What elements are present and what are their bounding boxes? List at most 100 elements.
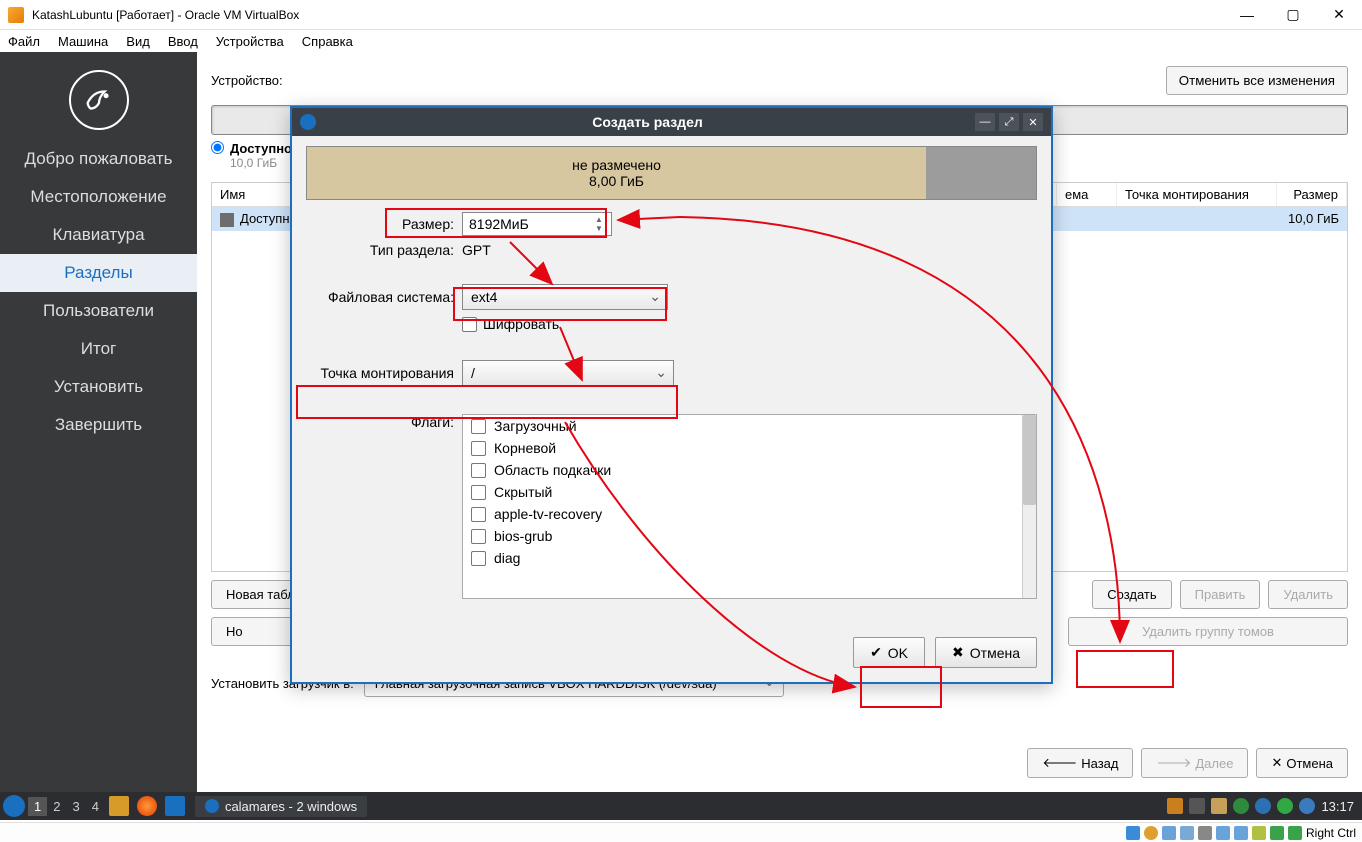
vb-keyboard-icon[interactable] xyxy=(1288,826,1302,840)
menu-machine[interactable]: Машина xyxy=(58,34,108,49)
step-install[interactable]: Установить xyxy=(0,368,197,406)
vb-mouse-icon[interactable] xyxy=(1270,826,1284,840)
workspace-1[interactable]: 1 xyxy=(28,797,47,816)
workspace-3[interactable]: 3 xyxy=(66,797,85,816)
delete-partition-button[interactable]: Удалить xyxy=(1268,580,1348,609)
vb-cd-icon[interactable] xyxy=(1144,826,1158,840)
workspace-4[interactable]: 4 xyxy=(86,797,105,816)
removable-icon[interactable] xyxy=(1277,798,1293,814)
maximize-button[interactable]: ▢ xyxy=(1270,0,1316,30)
filesystem-select[interactable]: ext4 xyxy=(462,284,668,310)
step-users[interactable]: Пользователи xyxy=(0,292,197,330)
dialog-titlebar: Создать раздел — ⤢ ✕ xyxy=(292,108,1051,136)
step-location[interactable]: Местоположение xyxy=(0,178,197,216)
vb-audio-icon[interactable] xyxy=(1162,826,1176,840)
step-finish[interactable]: Завершить xyxy=(0,406,197,444)
flags-label: Флаги: xyxy=(306,414,462,430)
vb-usb-icon[interactable] xyxy=(1198,826,1212,840)
minimize-button[interactable]: — xyxy=(1224,0,1270,30)
flag-item: bios-grub xyxy=(463,525,1036,547)
info-icon[interactable] xyxy=(1299,798,1315,814)
row-size: 10,0 ГиБ xyxy=(1277,207,1347,231)
show-desktop-icon[interactable] xyxy=(165,796,185,816)
flag-item: Область подкачки xyxy=(463,459,1036,481)
checkbox-icon[interactable] xyxy=(471,485,486,500)
taskbar-task[interactable]: calamares - 2 windows xyxy=(195,796,367,817)
col-size: Размер xyxy=(1277,183,1347,206)
file-manager-icon[interactable] xyxy=(109,796,129,816)
encrypt-checkbox[interactable]: Шифровать xyxy=(462,316,559,332)
size-spinner[interactable]: 8192МиБ ▲▼ xyxy=(462,212,612,236)
installer-sidebar: Добро пожаловать Местоположение Клавиату… xyxy=(0,52,197,792)
firefox-icon[interactable] xyxy=(137,796,157,816)
back-button[interactable]: 🡐 Назад xyxy=(1027,748,1133,778)
lubuntu-logo xyxy=(69,70,129,130)
menu-input[interactable]: Ввод xyxy=(168,34,198,49)
menu-help[interactable]: Справка xyxy=(302,34,353,49)
dialog-ok-button[interactable]: ✔ OK xyxy=(853,637,925,668)
partition-preview: не размечено 8,00 ГиБ xyxy=(306,146,1037,200)
updates-icon[interactable] xyxy=(1167,798,1183,814)
checkbox-icon[interactable] xyxy=(471,529,486,544)
edit-partition-button[interactable]: Править xyxy=(1180,580,1261,609)
flag-item: diag xyxy=(463,547,1036,569)
step-summary[interactable]: Итог xyxy=(0,330,197,368)
type-value: GPT xyxy=(462,242,491,258)
vb-network-icon[interactable] xyxy=(1180,826,1194,840)
disk-free-label: Доступно xyxy=(230,141,292,156)
flags-scrollbar[interactable] xyxy=(1022,415,1036,598)
clipboard-icon[interactable] xyxy=(1211,798,1227,814)
taskbar-clock[interactable]: 13:17 xyxy=(1321,799,1354,814)
dialog-icon xyxy=(300,114,316,130)
remove-vg-button[interactable]: Удалить группу томов xyxy=(1068,617,1348,646)
preview-size: 8,00 ГиБ xyxy=(589,173,644,189)
row-name: Доступн xyxy=(240,211,290,226)
dialog-maximize-button[interactable]: ⤢ xyxy=(999,113,1019,131)
cancel-button[interactable]: ✕ Отмена xyxy=(1256,748,1348,778)
checkbox-icon[interactable] xyxy=(471,551,486,566)
size-label: Размер: xyxy=(306,216,462,232)
step-keyboard[interactable]: Клавиатура xyxy=(0,216,197,254)
flag-item: Скрытый xyxy=(463,481,1036,503)
new-vg-button[interactable]: Но xyxy=(211,617,301,646)
checkbox-icon[interactable] xyxy=(471,441,486,456)
partition-color-swatch xyxy=(220,213,234,227)
dialog-cancel-button[interactable]: ✖ Отмена xyxy=(935,637,1037,668)
spin-down-icon[interactable]: ▼ xyxy=(595,224,609,233)
vb-display-icon[interactable] xyxy=(1234,826,1248,840)
menu-devices[interactable]: Устройства xyxy=(216,34,284,49)
window-titlebar: KatashLubuntu [Работает] - Oracle VM Vir… xyxy=(0,0,1362,30)
type-label: Тип раздела: xyxy=(306,242,462,258)
spin-up-icon[interactable]: ▲ xyxy=(595,215,609,224)
flags-list[interactable]: Загрузочный Корневой Область подкачки Ск… xyxy=(462,414,1037,599)
volume-icon[interactable] xyxy=(1189,798,1205,814)
step-partitions[interactable]: Разделы xyxy=(0,254,197,292)
vb-hdd-icon[interactable] xyxy=(1126,826,1140,840)
preview-unused xyxy=(926,147,1036,199)
vb-record-icon[interactable] xyxy=(1252,826,1266,840)
dialog-close-button[interactable]: ✕ xyxy=(1023,113,1043,131)
disk-free-radio[interactable] xyxy=(211,141,224,154)
flag-item: apple-tv-recovery xyxy=(463,503,1036,525)
next-button[interactable]: 🡒 Далее xyxy=(1141,748,1248,778)
create-partition-button[interactable]: Создать xyxy=(1092,580,1171,609)
menu-file[interactable]: Файл xyxy=(8,34,40,49)
battery-icon[interactable] xyxy=(1255,798,1271,814)
guest-taskbar: 1 2 3 4 calamares - 2 windows 13:17 xyxy=(0,792,1362,820)
checkbox-icon[interactable] xyxy=(471,507,486,522)
start-menu-icon[interactable] xyxy=(3,795,25,817)
col-fs: ема xyxy=(1057,183,1117,206)
undo-changes-button[interactable]: Отменить все изменения xyxy=(1166,66,1348,95)
close-button[interactable]: ✕ xyxy=(1316,0,1362,30)
menu-view[interactable]: Вид xyxy=(126,34,150,49)
checkbox-icon[interactable] xyxy=(471,463,486,478)
checkbox-icon[interactable] xyxy=(471,419,486,434)
workspace-2[interactable]: 2 xyxy=(47,797,66,816)
network-icon[interactable] xyxy=(1233,798,1249,814)
step-welcome[interactable]: Добро пожаловать xyxy=(0,140,197,178)
vb-shared-icon[interactable] xyxy=(1216,826,1230,840)
mountpoint-select[interactable]: / xyxy=(462,360,674,386)
virtualbox-menu: Файл Машина Вид Ввод Устройства Справка xyxy=(0,30,1362,52)
col-mount: Точка монтирования xyxy=(1117,183,1277,206)
dialog-minimize-button[interactable]: — xyxy=(975,113,995,131)
